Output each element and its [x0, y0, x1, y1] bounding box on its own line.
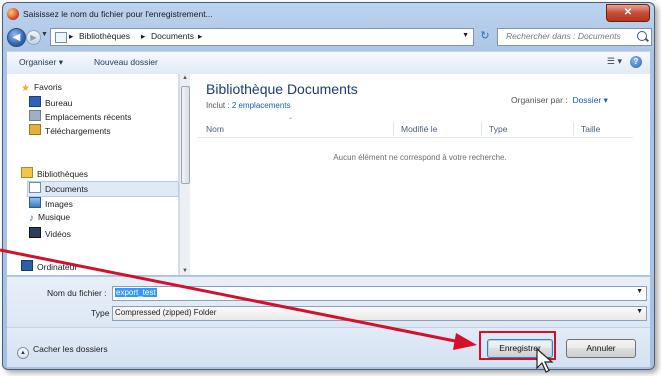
- refresh-button[interactable]: ↻: [476, 28, 494, 44]
- command-bar: Organiser ▾ Nouveau dossier ☰ ▾ ?: [7, 51, 650, 75]
- help-icon[interactable]: ?: [630, 56, 642, 68]
- sidebar-item-desktop[interactable]: Bureau: [29, 96, 72, 110]
- sidebar-item-computer[interactable]: Ordinateur: [21, 260, 77, 274]
- view-list-icon: ☰: [606, 56, 615, 66]
- file-type-label: Type :: [91, 308, 115, 318]
- filename-label: Nom du fichier :: [47, 288, 107, 298]
- filename-input[interactable]: export_test ▼: [112, 286, 647, 301]
- arrange-by-dropdown[interactable]: Dossier ▾: [572, 95, 607, 105]
- sidebar-item-images[interactable]: Images: [29, 197, 73, 211]
- column-divider[interactable]: [481, 122, 482, 136]
- title-bar[interactable]: Saisissez le nom du fichier pour l'enreg…: [3, 3, 654, 27]
- recent-places-icon: [29, 110, 41, 121]
- hide-folders-toggle[interactable]: ▲ Cacher les dossiers: [17, 344, 108, 359]
- scrollbar-thumb[interactable]: [181, 86, 190, 184]
- search-icon[interactable]: [637, 31, 647, 41]
- column-divider[interactable]: [393, 122, 394, 136]
- filename-value: export_test: [115, 288, 157, 297]
- computer-icon: [21, 260, 33, 271]
- navigation-bar: ◀ ▶ ▼ ▸ Bibliothèques ▸ Documents ▸ ▼ ↻ …: [7, 27, 652, 47]
- desktop-icon: [29, 96, 41, 107]
- sidebar-item-documents[interactable]: Documents: [29, 182, 88, 196]
- column-size[interactable]: Taille: [581, 124, 600, 134]
- column-divider[interactable]: [573, 122, 574, 136]
- address-bar[interactable]: ▸ Bibliothèques ▸ Documents ▸ ▼: [50, 28, 474, 46]
- scroll-up-icon[interactable]: ▲: [182, 75, 188, 81]
- chevron-right-icon: ▸: [69, 31, 74, 41]
- close-button[interactable]: ✕: [606, 4, 650, 22]
- file-list-pane: Bibliothèque Documents Inclut : 2 emplac…: [190, 74, 650, 275]
- library-title: Bibliothèque Documents: [206, 81, 358, 97]
- sidebar-scrollbar[interactable]: ▲ ▼: [179, 74, 190, 275]
- music-icon: ♪: [29, 213, 34, 224]
- search-input[interactable]: Rechercher dans : Documents: [497, 28, 652, 46]
- forward-button[interactable]: ▶: [26, 30, 41, 45]
- column-header: Nom ⌃ Modifié le Type Taille: [198, 118, 633, 138]
- file-type-select[interactable]: Compressed (zipped) Folder ▼: [112, 306, 647, 321]
- chevron-down-icon: ▾: [58, 57, 63, 67]
- sidebar-item-music[interactable]: ♪ Musique: [29, 212, 70, 226]
- column-name[interactable]: Nom: [206, 124, 224, 134]
- chevron-right-icon: ▸: [198, 31, 203, 41]
- search-placeholder: Rechercher dans : Documents: [506, 31, 621, 41]
- chevron-down-icon: ▾: [603, 95, 608, 105]
- arrange-by: Organiser par : Dossier ▾: [511, 95, 608, 105]
- images-icon: [29, 197, 41, 208]
- address-dropdown-icon[interactable]: ▼: [462, 32, 469, 39]
- breadcrumb-documents[interactable]: Documents: [151, 31, 194, 41]
- breadcrumb-libraries[interactable]: Bibliothèques: [79, 31, 130, 41]
- new-folder-button[interactable]: Nouveau dossier: [94, 57, 158, 67]
- navigation-pane: ★ Favoris Bureau Emplacements récents Tél…: [7, 74, 179, 275]
- column-type[interactable]: Type: [489, 124, 507, 134]
- mouse-cursor-icon: [536, 347, 554, 373]
- library-includes: Inclut : 2 emplacements: [206, 101, 291, 110]
- chevron-up-icon: ▲: [17, 347, 29, 359]
- sidebar-item-libraries[interactable]: Bibliothèques: [21, 167, 88, 181]
- organize-menu[interactable]: Organiser ▾: [19, 57, 63, 68]
- chevron-right-icon: ▸: [141, 31, 146, 41]
- videos-icon: [29, 227, 41, 238]
- star-icon: ★: [21, 83, 30, 94]
- folder-icon: [55, 32, 67, 43]
- documents-icon: [29, 182, 41, 193]
- locations-link[interactable]: 2 emplacements: [232, 101, 291, 110]
- sidebar-item-videos[interactable]: Vidéos: [29, 227, 71, 241]
- back-arrow-icon: ◀: [12, 32, 21, 43]
- save-form: Nom du fichier : export_test ▼ Type : Co…: [7, 276, 650, 327]
- recent-pages-dropdown-icon[interactable]: ▼: [41, 31, 48, 38]
- back-button[interactable]: ◀: [7, 28, 26, 47]
- sort-ascending-icon: ⌃: [288, 118, 294, 124]
- close-icon: ✕: [623, 7, 633, 18]
- forward-arrow-icon: ▶: [30, 33, 37, 42]
- libraries-icon: [21, 167, 33, 178]
- scroll-down-icon[interactable]: ▼: [182, 268, 188, 274]
- empty-list-message: Aucun élément ne correspond à votre rech…: [333, 153, 507, 162]
- sidebar-item-favorites[interactable]: ★ Favoris: [21, 82, 62, 96]
- sidebar-item-recent-places[interactable]: Emplacements récents: [29, 110, 131, 124]
- chevron-down-icon: ▼: [636, 308, 643, 315]
- downloads-icon: [29, 124, 41, 135]
- chevron-down-icon[interactable]: ▼: [636, 288, 643, 295]
- browser-icon: [7, 8, 19, 20]
- file-type-value: Compressed (zipped) Folder: [115, 308, 217, 317]
- cancel-button[interactable]: Annuler: [566, 339, 636, 358]
- chevron-down-icon: ▾: [617, 56, 622, 66]
- save-dialog: Saisissez le nom du fichier pour l'enreg…: [2, 2, 655, 370]
- sidebar-item-downloads[interactable]: Téléchargements: [29, 124, 111, 138]
- view-options-button[interactable]: ☰ ▾: [607, 56, 622, 67]
- window-title: Saisissez le nom du fichier pour l'enreg…: [23, 9, 213, 19]
- refresh-icon: ↻: [480, 30, 490, 42]
- column-modified[interactable]: Modifié le: [401, 124, 437, 134]
